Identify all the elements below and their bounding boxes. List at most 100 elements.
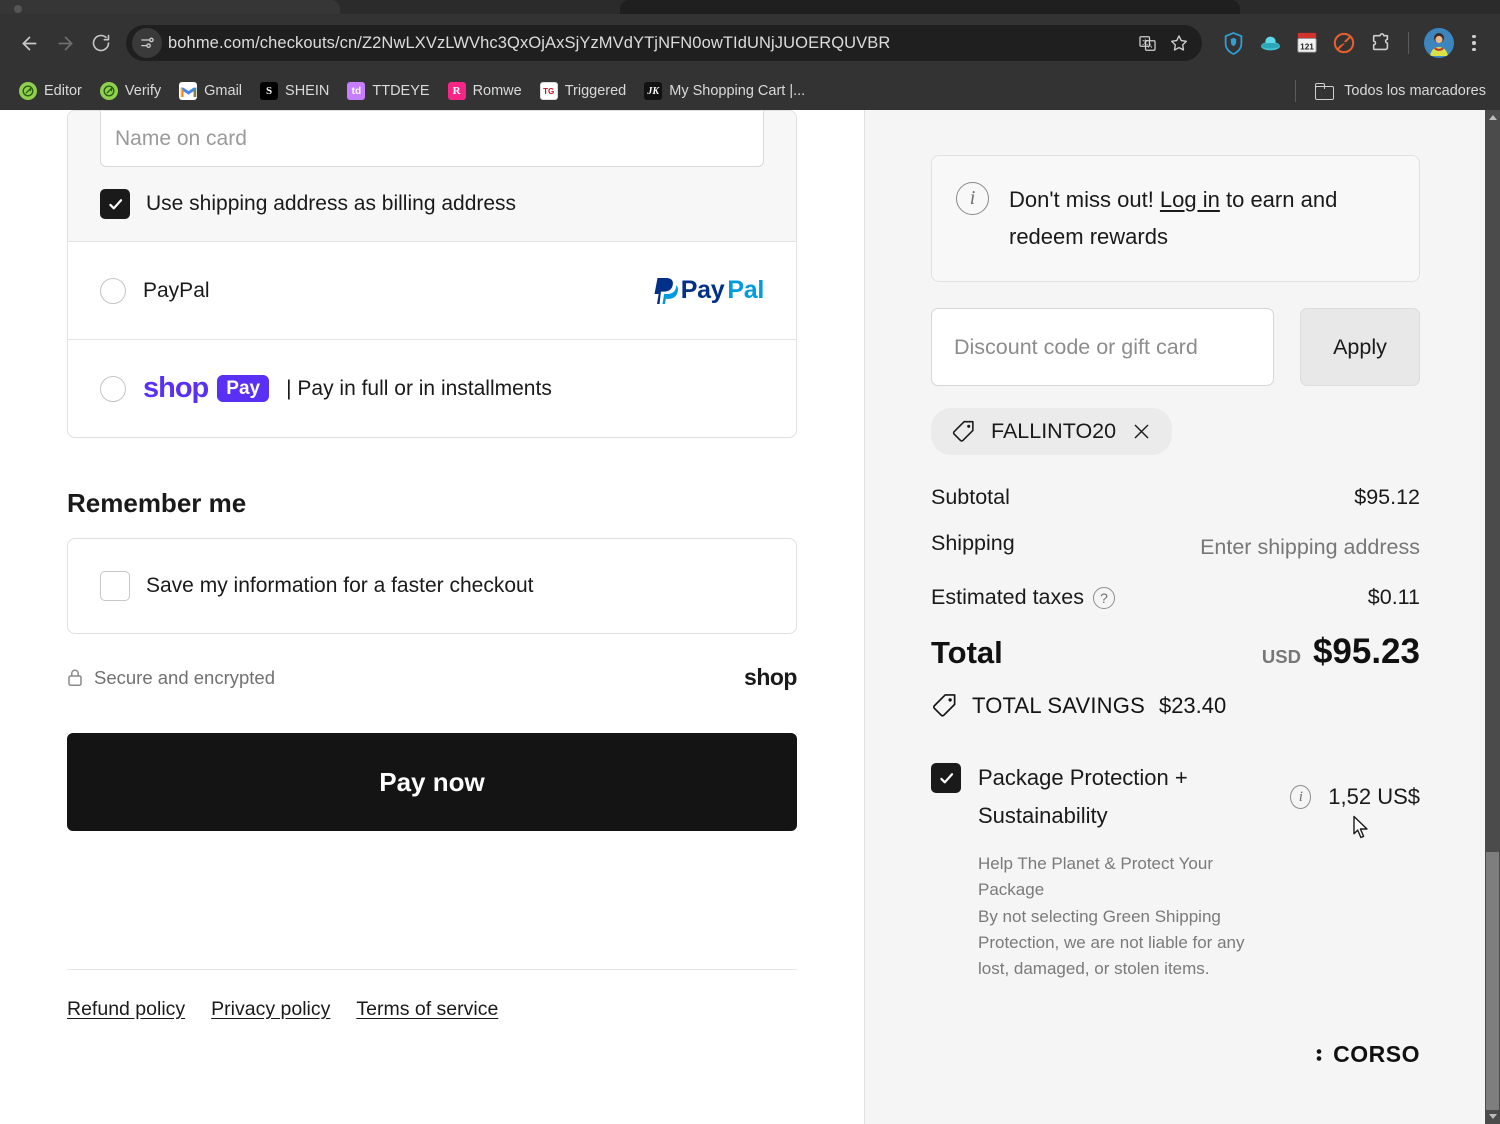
applied-discount-code: FALLINTO20 — [991, 419, 1117, 444]
chrome-menu-icon[interactable] — [1460, 27, 1488, 59]
bookmark-verify[interactable]: Verify — [91, 78, 170, 104]
adblock-extension-icon[interactable] — [1328, 27, 1360, 59]
browser-toolbar: bohme.com/checkouts/cn/Z2NwLXVzLWVhc3QxO… — [0, 14, 1500, 72]
secure-row: Secure and encrypted shop — [67, 664, 797, 691]
save-info-checkbox[interactable] — [100, 571, 130, 601]
browser-tab-background[interactable] — [0, 0, 340, 14]
extensions-puzzle-icon[interactable] — [1365, 27, 1397, 59]
checkout-form-column: Name on card Use shipping address as bil… — [0, 110, 864, 1124]
folder-icon — [1315, 82, 1335, 100]
close-icon[interactable] — [1131, 421, 1152, 442]
total-row: Total USD $95.23 — [931, 632, 1420, 672]
discount-placeholder: Discount code or gift card — [954, 334, 1198, 359]
package-protection-desc-line-2: By not selecting Green Shipping Protecti… — [978, 906, 1245, 979]
shop-pay-radio[interactable] — [100, 375, 126, 402]
total-amount-group: USD $95.23 — [1262, 632, 1420, 672]
page-viewport: Name on card Use shipping address as bil… — [0, 110, 1500, 1124]
package-protection-checkbox[interactable] — [931, 763, 961, 794]
back-arrow-icon[interactable] — [12, 26, 46, 60]
bookmark-romwe[interactable]: R Romwe — [439, 78, 531, 104]
summary-value: $95.12 — [1354, 485, 1420, 510]
shein-favicon-icon: S — [260, 82, 279, 100]
info-icon[interactable]: i — [1290, 785, 1312, 810]
svg-text:121: 121 — [1300, 42, 1314, 51]
login-banner-text: Don't miss out! Log in to earn and redee… — [1009, 182, 1395, 255]
summary-label-wrap: Estimated taxes ? — [931, 585, 1115, 610]
save-info-row[interactable]: Save my information for a faster checkou… — [67, 538, 797, 634]
reload-icon[interactable] — [84, 26, 118, 60]
site-settings-icon[interactable] — [132, 28, 162, 58]
save-info-label: Save my information for a faster checkou… — [146, 574, 534, 597]
shop-pay-logo-icon: shop Pay — [143, 374, 270, 403]
shop-pay-pill: Pay — [217, 375, 270, 402]
scrollbar-thumb[interactable] — [1486, 852, 1499, 1110]
legal-links: Refund policy Privacy policy Terms of se… — [67, 970, 797, 1021]
bookmark-label: Verify — [124, 83, 162, 99]
summary-row-estimated-taxes: Estimated taxes ? $0.11 — [931, 585, 1420, 610]
scroll-down-arrow-icon[interactable] — [1485, 1109, 1500, 1124]
refund-policy-link[interactable]: Refund policy — [67, 998, 185, 1021]
calendar-extension-icon[interactable]: 121 — [1291, 27, 1323, 59]
verify-favicon-icon — [99, 82, 118, 100]
tab-favicon — [14, 5, 22, 13]
browser-tab-active[interactable] — [620, 0, 1240, 14]
paypal-logo-icon: Pay Pal — [650, 276, 764, 306]
summary-value: $0.11 — [1367, 585, 1420, 610]
discount-input[interactable]: Discount code or gift card — [931, 308, 1274, 387]
total-currency: USD — [1261, 646, 1301, 668]
bookmark-ttdeye[interactable]: td TTDEYE — [338, 78, 438, 104]
page-scrollbar[interactable] — [1485, 110, 1500, 1124]
mouse-cursor — [1353, 815, 1368, 839]
lock-icon — [68, 669, 82, 686]
bookmark-my-shopping-cart[interactable]: JK My Shopping Cart |... — [635, 78, 814, 104]
name-on-card-input[interactable]: Name on card — [100, 111, 764, 167]
tag-icon — [952, 420, 974, 442]
card-fields-group: Name on card Use shipping address as bil… — [68, 111, 796, 241]
shop-logo: shop — [744, 664, 797, 690]
bookmark-star-icon[interactable] — [1164, 28, 1194, 58]
my-shopping-cart-favicon-icon: JK — [644, 82, 663, 100]
help-icon[interactable]: ? — [1092, 586, 1115, 609]
billing-address-checkbox[interactable] — [100, 189, 130, 219]
apply-discount-button[interactable]: Apply — [1300, 308, 1420, 387]
bookmark-editor[interactable]: Editor — [10, 78, 91, 104]
total-label: Total — [931, 635, 1003, 671]
paypal-label: PayPal — [143, 278, 210, 302]
corso-logo: CORSO — [1299, 1041, 1420, 1068]
package-protection-row[interactable]: Package Protection + Sustainability i 1,… — [931, 759, 1420, 835]
address-bar[interactable]: bohme.com/checkouts/cn/Z2NwLXVzLWVhc3QxO… — [126, 25, 1202, 61]
info-icon: i — [956, 182, 989, 215]
bookmark-label: Editor — [44, 83, 82, 99]
billing-address-row[interactable]: Use shipping address as billing address — [68, 189, 796, 219]
applied-discount-chip: FALLINTO20 — [931, 408, 1173, 456]
package-protection-desc-line-1: Help The Planet & Protect Your Package — [978, 854, 1214, 900]
bookmark-label: My Shopping Cart |... — [669, 83, 806, 99]
all-bookmarks-button[interactable]: Todos los marcadores — [1286, 80, 1486, 102]
profile-avatar[interactable] — [1424, 28, 1454, 58]
package-protection-title: Package Protection + Sustainability — [978, 765, 1188, 829]
log-in-link[interactable]: Log in — [1160, 187, 1220, 212]
payment-method-shop-pay[interactable]: shop Pay | Pay in full or in installment… — [68, 339, 796, 437]
bookmarks-divider — [1295, 80, 1297, 102]
scroll-up-arrow-icon[interactable] — [1485, 110, 1500, 125]
browsec-extension-icon[interactable] — [1254, 27, 1286, 59]
summary-row-shipping: Shipping Enter shipping address — [931, 531, 1420, 564]
check-icon — [108, 198, 122, 209]
payment-method-paypal[interactable]: PayPal Pay Pal — [68, 241, 796, 339]
bookmark-triggered[interactable]: TG Triggered — [531, 78, 636, 104]
paypal-radio[interactable] — [100, 277, 126, 304]
zenmate-vpn-extension-icon[interactable] — [1217, 27, 1249, 59]
gmail-favicon-icon — [179, 82, 198, 100]
privacy-policy-link[interactable]: Privacy policy — [211, 998, 330, 1021]
paypal-wordmark-pay: Pay — [680, 276, 725, 304]
bookmark-gmail[interactable]: Gmail — [170, 78, 251, 104]
pay-now-button[interactable]: Pay now — [67, 733, 797, 831]
total-savings-row: TOTAL SAVINGS $23.40 — [931, 692, 1420, 719]
terms-of-service-link[interactable]: Terms of service — [356, 998, 498, 1021]
tab-strip — [0, 0, 1500, 14]
toolbar-divider — [1408, 32, 1409, 54]
login-banner-prefix: Don't miss out! — [1009, 187, 1160, 212]
bookmark-shein[interactable]: S SHEIN — [251, 78, 338, 104]
translate-icon[interactable]: 文A — [1132, 28, 1162, 58]
forward-arrow-icon[interactable] — [48, 26, 82, 60]
